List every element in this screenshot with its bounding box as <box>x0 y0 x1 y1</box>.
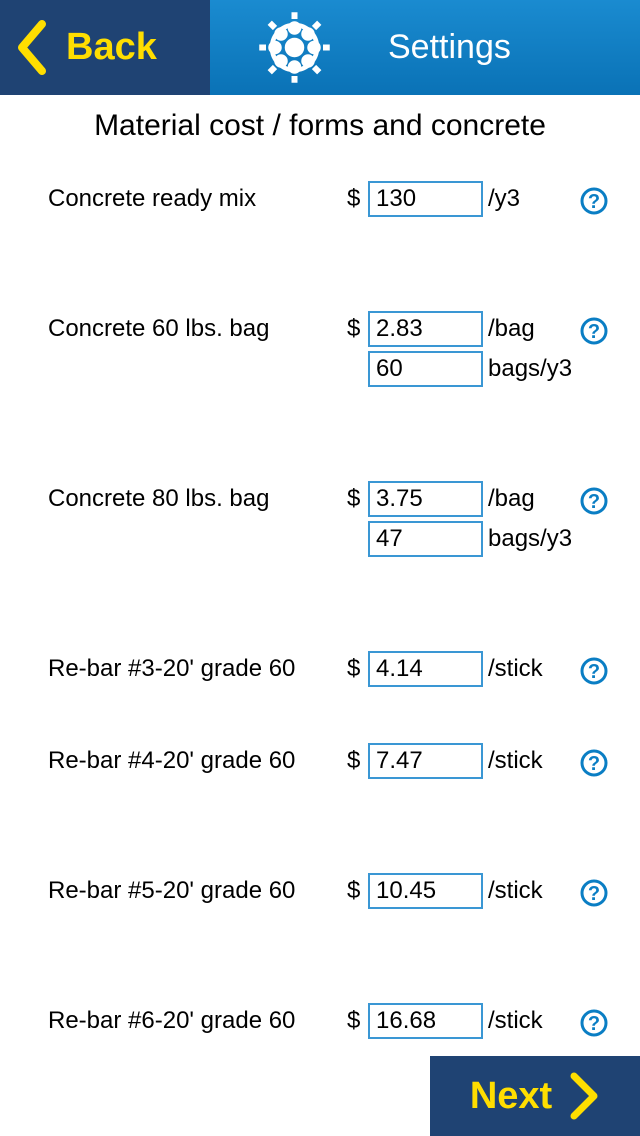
help-button[interactable]: ? <box>580 317 608 345</box>
help-icon: ? <box>580 187 608 215</box>
help-icon: ? <box>580 749 608 777</box>
help-button[interactable]: ? <box>580 749 608 777</box>
material-row: Re-bar #6-20' grade 60 $ /stick ? <box>48 1003 590 1043</box>
material-row: Concrete ready mix $ /y3 ? <box>48 181 590 221</box>
cost-input[interactable] <box>368 873 483 909</box>
currency-symbol: $ <box>347 1007 360 1035</box>
chevron-left-icon <box>14 20 48 75</box>
svg-text:?: ? <box>588 321 600 343</box>
svg-text:?: ? <box>588 661 600 683</box>
cost-input[interactable] <box>368 1003 483 1039</box>
help-icon: ? <box>580 1009 608 1037</box>
material-label: Re-bar #6-20' grade 60 <box>48 1007 295 1035</box>
unit-label: /stick <box>488 1007 543 1035</box>
help-button[interactable]: ? <box>580 879 608 907</box>
currency-symbol: $ <box>347 485 360 513</box>
next-button[interactable]: Next <box>430 1056 640 1136</box>
unit-label: /bag <box>488 485 535 513</box>
page-title: Settings <box>388 28 511 67</box>
material-rows: Concrete ready mix $ /y3 ? Concrete 60 l… <box>0 181 640 1043</box>
chevron-right-icon <box>570 1072 600 1120</box>
back-button[interactable]: Back <box>0 0 210 95</box>
unit-label: /stick <box>488 747 543 775</box>
header-bar: Back <box>0 0 640 95</box>
svg-text:?: ? <box>588 491 600 513</box>
cost-input[interactable] <box>368 651 483 687</box>
material-label: Concrete 80 lbs. bag <box>48 485 269 513</box>
help-button[interactable]: ? <box>580 187 608 215</box>
help-button[interactable]: ? <box>580 487 608 515</box>
unit-label-2: bags/y3 <box>488 525 572 553</box>
next-label: Next <box>470 1075 552 1118</box>
help-icon: ? <box>580 879 608 907</box>
currency-symbol: $ <box>347 185 360 213</box>
currency-symbol: $ <box>347 655 360 683</box>
material-row: Concrete 60 lbs. bag $ /bag bags/y3 ? <box>48 311 590 391</box>
unit-label: /y3 <box>488 185 520 213</box>
unit-label: /stick <box>488 655 543 683</box>
help-icon: ? <box>580 317 608 345</box>
material-label: Concrete 60 lbs. bag <box>48 315 269 343</box>
currency-symbol: $ <box>347 747 360 775</box>
help-icon: ? <box>580 487 608 515</box>
unit-label: /stick <box>488 877 543 905</box>
unit-label: /bag <box>488 315 535 343</box>
material-row: Re-bar #3-20' grade 60 $ /stick ? <box>48 651 590 691</box>
cost-input[interactable] <box>368 481 483 517</box>
cost-input[interactable] <box>368 311 483 347</box>
cost-input[interactable] <box>368 181 483 217</box>
material-row: Re-bar #5-20' grade 60 $ /stick ? <box>48 873 590 913</box>
bags-input[interactable] <box>368 521 483 557</box>
bags-input[interactable] <box>368 351 483 387</box>
svg-text:?: ? <box>588 753 600 775</box>
material-label: Re-bar #4-20' grade 60 <box>48 747 295 775</box>
material-row: Concrete 80 lbs. bag $ /bag bags/y3 ? <box>48 481 590 561</box>
help-button[interactable]: ? <box>580 1009 608 1037</box>
svg-text:?: ? <box>588 883 600 905</box>
help-icon: ? <box>580 657 608 685</box>
back-label: Back <box>66 26 157 69</box>
help-button[interactable]: ? <box>580 657 608 685</box>
material-label: Re-bar #3-20' grade 60 <box>48 655 295 683</box>
svg-text:?: ? <box>588 1013 600 1035</box>
cost-input[interactable] <box>368 743 483 779</box>
material-label: Concrete ready mix <box>48 185 256 213</box>
unit-label-2: bags/y3 <box>488 355 572 383</box>
gear-icon <box>257 10 332 85</box>
page-subtitle: Material cost / forms and concrete <box>0 109 640 143</box>
currency-symbol: $ <box>347 315 360 343</box>
material-label: Re-bar #5-20' grade 60 <box>48 877 295 905</box>
currency-symbol: $ <box>347 877 360 905</box>
material-row: Re-bar #4-20' grade 60 $ /stick ? <box>48 743 590 783</box>
svg-text:?: ? <box>588 191 600 213</box>
